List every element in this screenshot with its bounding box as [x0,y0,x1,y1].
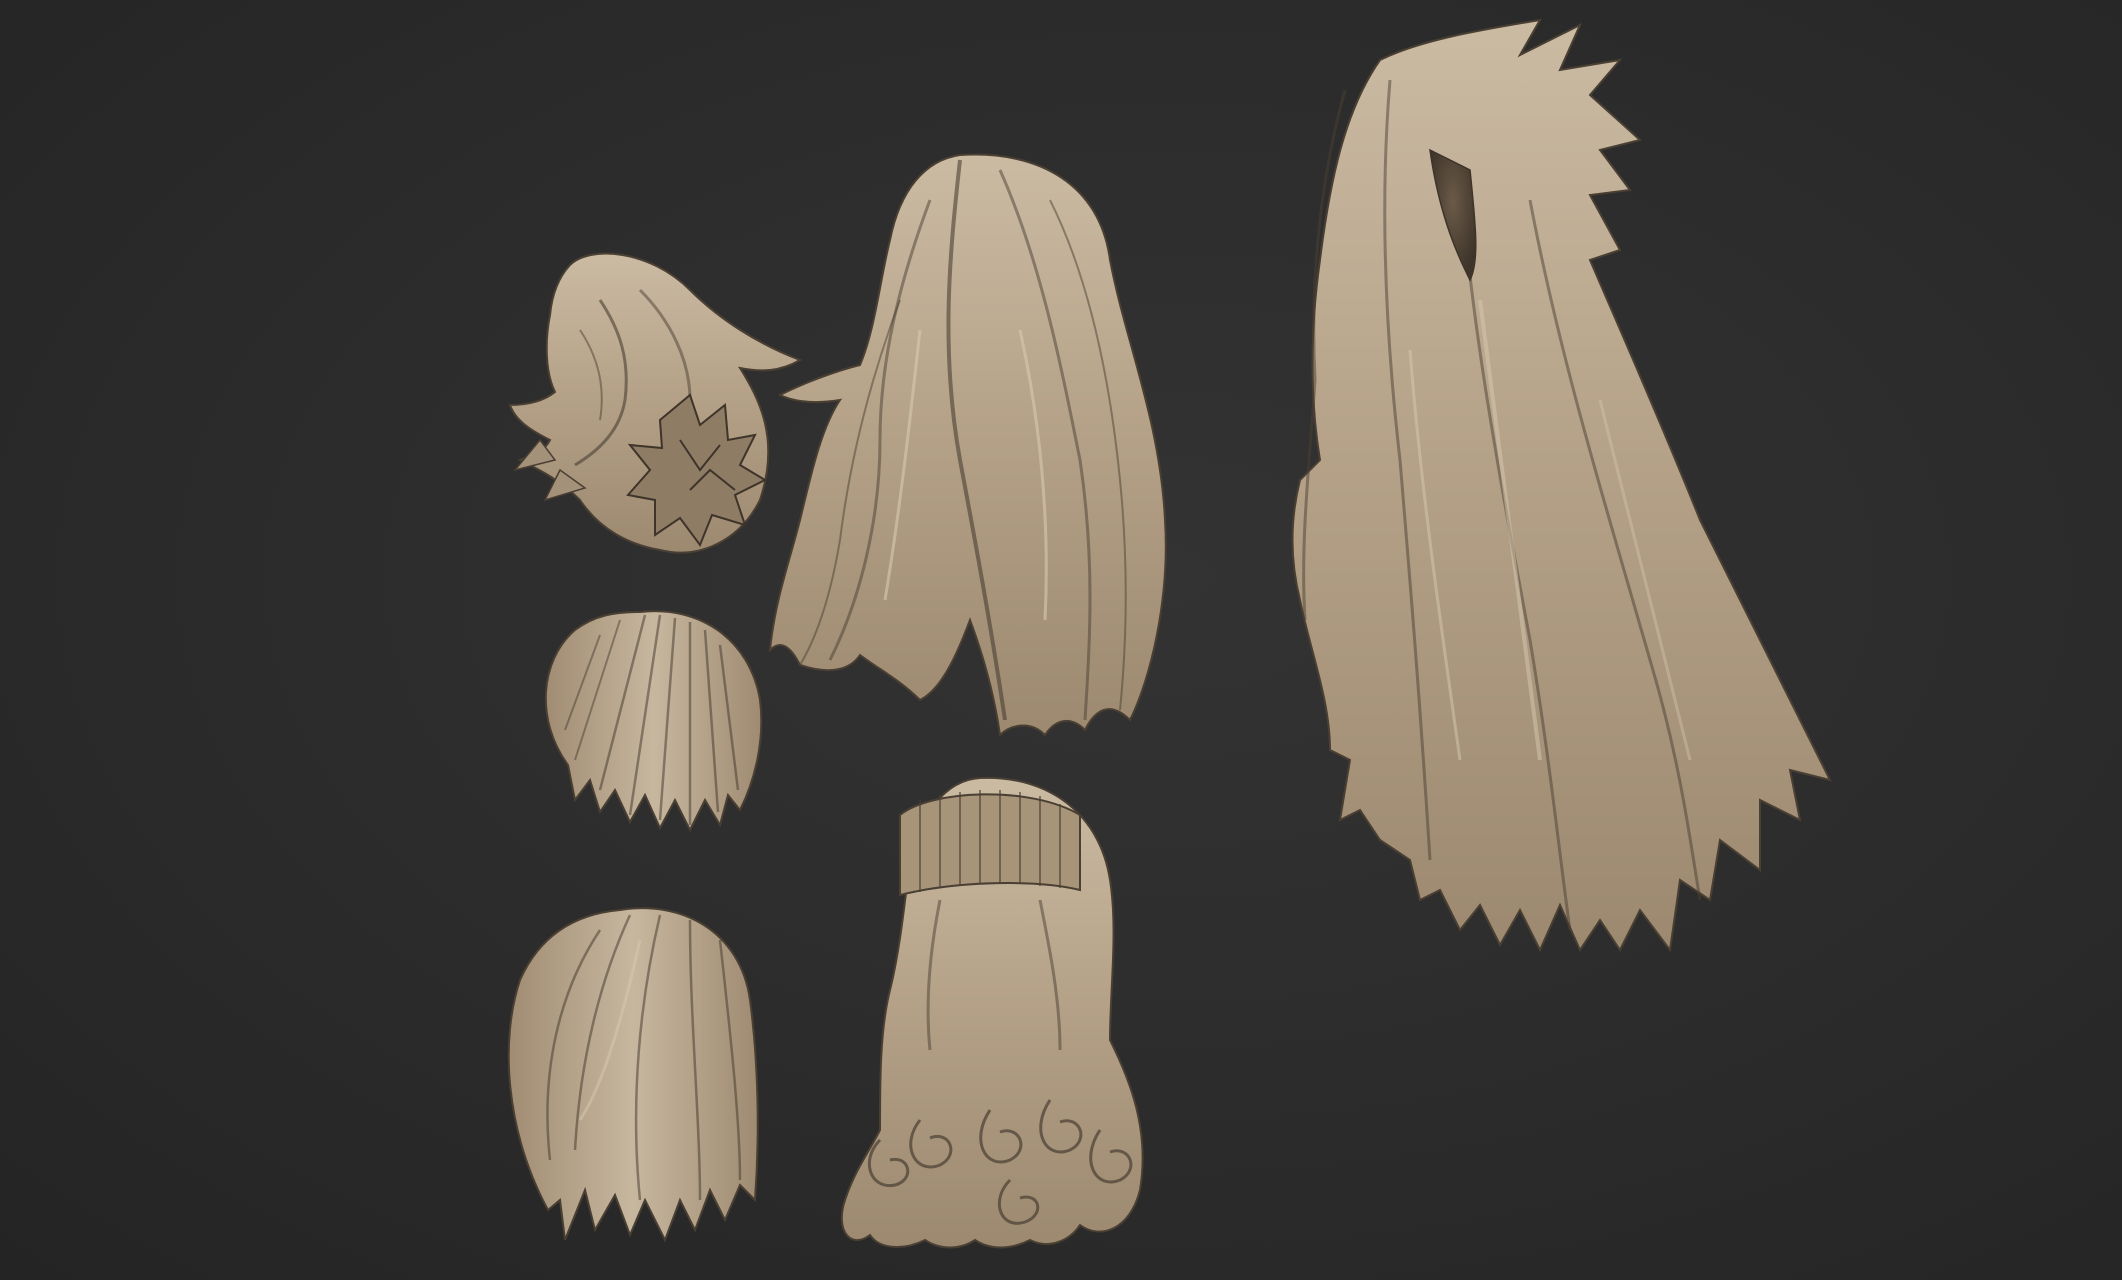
short-bob-hair-model[interactable] [544,610,763,833]
spiky-updo-hair-model[interactable] [508,252,803,554]
sculpt-viewport[interactable] [0,0,2122,1280]
long-swept-hair-model[interactable] [768,153,1167,738]
curly-hime-cut-hair-model[interactable] [840,776,1144,1249]
medium-layered-hair-model[interactable] [507,907,759,1243]
very-long-spiky-hair-model[interactable] [1291,18,1832,953]
hair-sculpt-scene [507,18,1832,1249]
